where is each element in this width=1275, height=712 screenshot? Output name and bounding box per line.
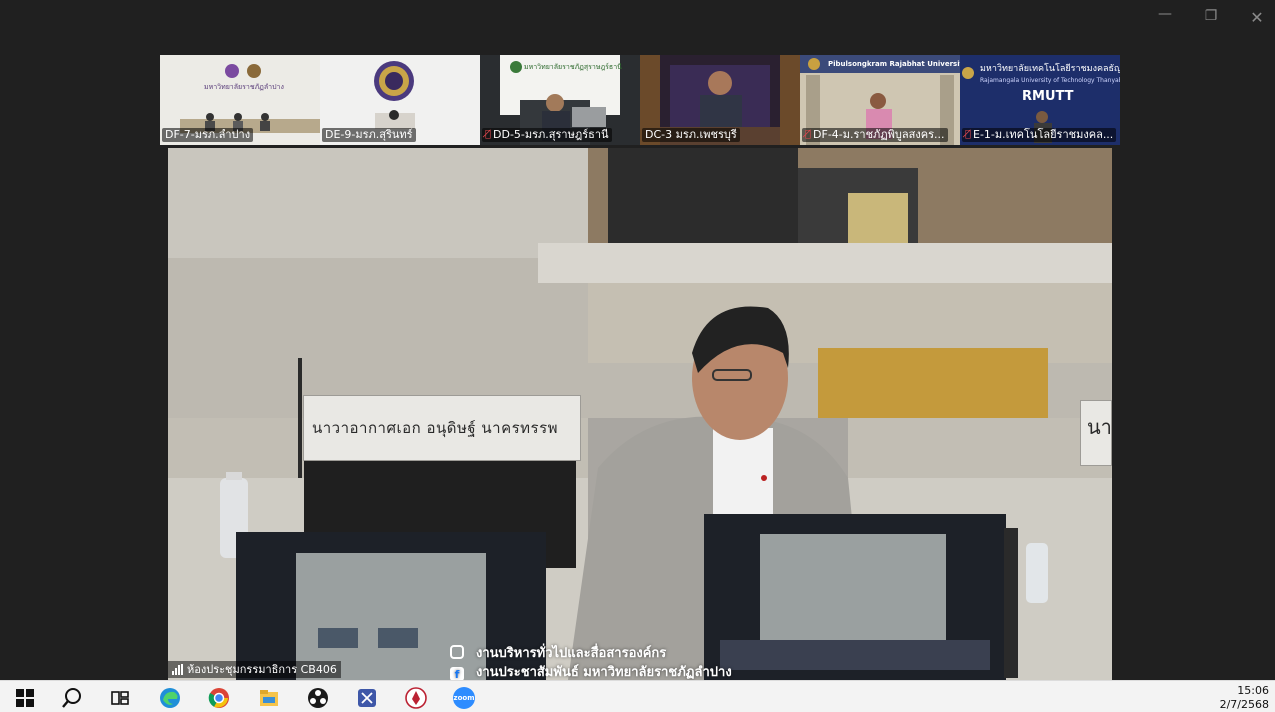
tile-logo-text: Pibulsongkram Rajabhat University [828,60,960,68]
participant-name: 🎙̸ E-1-ม.เทคโนโลยีราชมงคล... [962,128,1117,142]
participant-tile[interactable]: มหาวิทยาลัยราชภัฏลำปาง DF-7-มรภ.ลำปาง [160,55,320,145]
tile-logo-text: มหาวิทยาลัยราชภัฏสุราษฎร์ธานี [524,63,622,71]
participant-strip: มหาวิทยาลัยราชภัฏลำปาง DF-7-มรภ.ลำปาง DE… [160,55,1120,145]
participant-tile[interactable]: มหาวิทยาลัยราชภัฏสุราษฎร์ธานี 🎙̸ DD-5-มร… [480,55,640,145]
edge-icon[interactable] [159,687,181,709]
overlay-line-fb: f งานประชาสัมพันธ์ มหาวิทยาลัยราชภัฏลำปาง [450,661,732,680]
facebook-icon: f [450,667,464,680]
participant-name: DE-9-มรภ.สุรินทร์ [322,128,416,142]
participant-tile[interactable]: DE-9-มรภ.สุรินทร์ [320,55,480,145]
task-view-icon[interactable] [109,687,131,709]
tile-logo-text: มหาวิทยาลัยเทคโนโลยีราชมงคลธัญบุรี [980,64,1120,74]
close-button[interactable]: ✕ [1242,8,1272,27]
room-label: ห้องประชุมกรรมาธิการ CB406 [168,661,341,678]
tile-logo-text: มหาวิทยาลัยราชภัฏลำปาง [204,83,284,91]
participant-name: DC-3 มรภ.เพชรบุรี [642,128,740,142]
participant-tile[interactable]: Pibulsongkram Rajabhat University 🎙̸ DF-… [800,55,960,145]
participant-name: 🎙̸ DF-4-ม.ราชภัฏพิบูลสงคร... [802,128,948,142]
tile-brand-text: RMUTT [1022,89,1074,104]
search-icon[interactable] [61,687,83,709]
clock-date: 2/7/2568 [1219,698,1269,711]
file-explorer-icon[interactable] [258,687,280,709]
snip-icon[interactable] [356,687,378,709]
signal-icon [172,664,183,675]
zoom-icon[interactable]: zoom [453,687,475,709]
muted-mic-icon: 🎙̸ [965,129,972,140]
taskbar: zoom 15:06 2/7/2568 [0,680,1275,712]
minimize-button[interactable]: — [1150,6,1180,22]
nameplate: นาวาอากาศเอก อนุดิษฐ์ นาครทรรพ [303,395,581,461]
participant-name: 🎙̸ DD-5-มรภ.สุราษฎร์ธานี [482,128,612,142]
overlay-line-ig: งานบริหารทั่วไปและสื่อสารองค์กร [450,642,666,663]
clock[interactable]: 15:06 2/7/2568 [1220,684,1269,712]
muted-mic-icon: 🎙̸ [805,129,812,140]
participant-tile[interactable]: มหาวิทยาลัยเทคโนโลยีราชมงคลธัญบุรี Rajam… [960,55,1120,145]
start-icon[interactable] [14,687,36,709]
participant-tile[interactable]: DC-3 มรภ.เพชรบุรี [640,55,800,145]
obs-icon[interactable] [307,687,329,709]
clock-time: 15:06 [1237,684,1269,697]
main-video: นาวาอากาศเอก อนุดิษฐ์ นาครทรรพ นา งานบริ… [168,148,1112,680]
muted-mic-icon: 🎙̸ [485,129,492,140]
chrome-icon[interactable] [208,687,230,709]
participant-name: DF-7-มรภ.ลำปาง [162,128,254,142]
nameplate-partial: นา [1080,400,1112,466]
instagram-icon [450,645,464,659]
app-emblem-icon[interactable] [405,687,427,709]
maximize-button[interactable]: ❐ [1196,8,1226,24]
tile-logo-subtext: Rajamangala University of Technology Tha… [980,77,1120,84]
